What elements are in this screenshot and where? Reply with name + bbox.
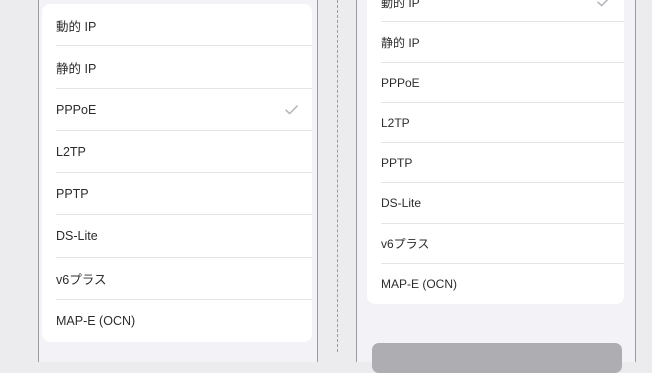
comparison-divider — [337, 0, 338, 352]
option-static-ip[interactable]: 静的 IP — [367, 22, 624, 63]
option-l2tp[interactable]: L2TP — [42, 131, 312, 174]
option-label: DS-Lite — [381, 196, 422, 211]
option-v6-plus[interactable]: v6プラス — [367, 224, 624, 265]
connection-type-list-right: 動的 IP 静的 IP PPPoE L2TP PPTP DS-Lite v6プラ… — [367, 0, 624, 304]
confirm-button-disabled[interactable] — [372, 343, 622, 373]
option-pppoe[interactable]: PPPoE — [367, 63, 624, 104]
option-label: DS-Lite — [56, 229, 98, 244]
option-l2tp[interactable]: L2TP — [367, 103, 624, 144]
option-label: PPTP — [381, 156, 413, 171]
option-label: L2TP — [56, 144, 86, 159]
option-pptp[interactable]: PPTP — [42, 173, 312, 216]
option-ds-lite[interactable]: DS-Lite — [367, 183, 624, 224]
option-label: PPPoE — [381, 75, 420, 90]
option-pptp[interactable]: PPTP — [367, 143, 624, 184]
option-label: v6プラス — [56, 273, 107, 288]
option-map-e-ocn[interactable]: MAP-E (OCN) — [42, 300, 312, 342]
option-v6-plus[interactable]: v6プラス — [42, 258, 312, 301]
checkmark-icon — [596, 0, 610, 9]
option-label: PPTP — [56, 187, 89, 202]
option-label: MAP-E (OCN) — [56, 313, 136, 328]
connection-type-list-left: 動的 IP 静的 IP PPPoE L2TP PPTP DS-Lite v6プラ… — [42, 4, 312, 342]
option-label: 動的 IP — [56, 19, 97, 34]
option-label: 動的 IP — [381, 0, 420, 10]
option-static-ip[interactable]: 静的 IP — [42, 46, 312, 89]
option-map-e-ocn[interactable]: MAP-E (OCN) — [367, 264, 624, 304]
option-ds-lite[interactable]: DS-Lite — [42, 215, 312, 258]
option-label: PPPoE — [56, 102, 97, 117]
option-label: L2TP — [381, 115, 410, 130]
option-label: 静的 IP — [381, 35, 420, 50]
option-pppoe[interactable]: PPPoE — [42, 89, 312, 132]
option-label: 静的 IP — [56, 61, 97, 76]
option-dynamic-ip[interactable]: 動的 IP — [367, 0, 624, 23]
checkmark-icon — [284, 103, 298, 117]
option-label: MAP-E (OCN) — [381, 276, 457, 291]
option-label: v6プラス — [381, 237, 430, 252]
option-dynamic-ip[interactable]: 動的 IP — [42, 4, 312, 47]
